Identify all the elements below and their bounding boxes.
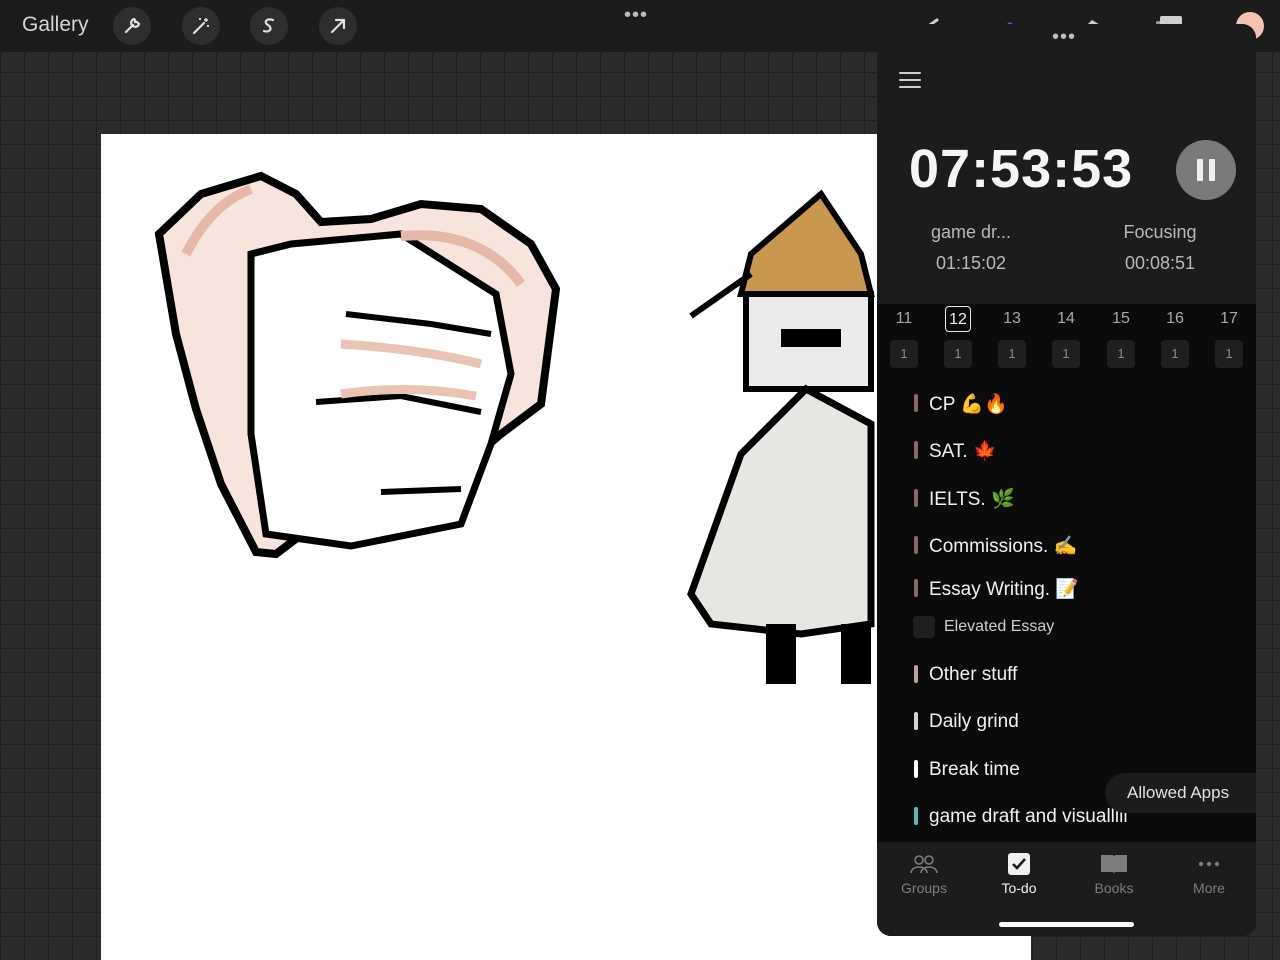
todo-check-icon: [1008, 853, 1030, 875]
timer-header: ••• 07:53:53 game dr... 01:15:02 Focusin…: [877, 24, 1256, 304]
allowed-apps-button[interactable]: Allowed Apps: [1105, 773, 1256, 813]
bottom-tab-bar: Groups To-do Books More: [877, 842, 1256, 936]
todo-item-other-stuff[interactable]: Other stuff: [929, 663, 1017, 687]
hamburger-menu-icon[interactable]: [899, 72, 921, 90]
todo-color-bar: [914, 394, 918, 412]
panel-grab-handle[interactable]: •••: [1052, 26, 1076, 49]
selection-s-icon: [262, 18, 275, 33]
tab-todo-label: To-do: [1001, 880, 1037, 896]
focusing-stat: Focusing 00:08:51: [1090, 222, 1230, 274]
top-handle-dots[interactable]: •••: [624, 4, 648, 27]
todo-color-bar: [914, 807, 918, 825]
todo-item-game-draft[interactable]: game draft and visualllll: [929, 805, 1128, 829]
more-dots-icon: [1198, 861, 1220, 867]
task-stat: game dr... 01:15:02: [901, 222, 1041, 274]
tab-more[interactable]: More: [1169, 852, 1249, 896]
todo-color-bar: [914, 489, 918, 507]
pause-button[interactable]: [1176, 140, 1236, 200]
transform-button[interactable]: [319, 7, 357, 45]
date-17[interactable]: 17 1: [1214, 306, 1244, 368]
magic-wand-icon: [192, 18, 209, 35]
task-stat-label: game dr...: [930, 222, 1012, 242]
date-12[interactable]: 12 1: [943, 306, 973, 368]
book-icon: [1101, 855, 1127, 874]
tab-books[interactable]: Books: [1074, 852, 1154, 896]
tab-groups-label: Groups: [901, 880, 947, 896]
todo-color-bar: [914, 665, 918, 683]
todo-color-bar: [914, 441, 918, 459]
selection-button[interactable]: [250, 7, 288, 45]
focusing-stat-label: Focusing: [1123, 222, 1197, 242]
todo-item-daily-grind[interactable]: Daily grind: [929, 710, 1019, 734]
adjustments-button[interactable]: [182, 7, 220, 45]
date-strip: 11 1 12 1 13 1 14 1 15 1 16 1 17 1: [877, 306, 1256, 370]
todo-item-sat[interactable]: SAT. 🍁: [929, 439, 997, 463]
todo-color-bar: [914, 760, 918, 778]
todo-color-bar: [914, 579, 918, 597]
date-13[interactable]: 13 1: [997, 306, 1027, 368]
actions-button[interactable]: [113, 7, 151, 45]
todo-color-bar: [914, 536, 918, 554]
tab-books-label: Books: [1094, 880, 1134, 896]
subtask-row: Elevated Essay: [913, 615, 1054, 639]
selected-date: 12: [945, 306, 971, 332]
todo-item-commissions[interactable]: Commissions. ✍️: [929, 534, 1077, 558]
date-15[interactable]: 15 1: [1106, 306, 1136, 368]
todo-item-cp[interactable]: CP 💪🔥: [929, 392, 1008, 416]
subtask-label: Elevated Essay: [944, 618, 1055, 635]
tab-more-label: More: [1193, 880, 1225, 896]
date-14[interactable]: 14 1: [1051, 306, 1081, 368]
home-indicator: [999, 922, 1134, 927]
todo-item-break-time[interactable]: Break time: [929, 758, 1020, 782]
wrench-icon: [124, 17, 141, 34]
tab-groups[interactable]: Groups: [884, 852, 964, 896]
groups-icon: [910, 855, 938, 874]
todo-color-bar: [914, 712, 918, 730]
arrow-transform-icon: [330, 18, 346, 34]
focusing-stat-value: 00:08:51: [1124, 253, 1196, 273]
focus-app-panel: ••• 07:53:53 game dr... 01:15:02 Focusin…: [877, 24, 1256, 936]
subtask-checkbox[interactable]: [913, 616, 935, 638]
date-11[interactable]: 11 1: [889, 306, 919, 368]
gallery-button[interactable]: Gallery: [22, 13, 89, 37]
task-stat-value: 01:15:02: [935, 253, 1007, 273]
todo-item-ielts[interactable]: IELTS. 🌿: [929, 487, 1015, 511]
date-16[interactable]: 16 1: [1160, 306, 1190, 368]
focus-timer: 07:53:53: [909, 139, 1134, 199]
todo-item-essay-writing[interactable]: Essay Writing. 📝: [929, 577, 1079, 601]
pause-icon: [1197, 159, 1203, 181]
tab-todo[interactable]: To-do: [979, 852, 1059, 896]
